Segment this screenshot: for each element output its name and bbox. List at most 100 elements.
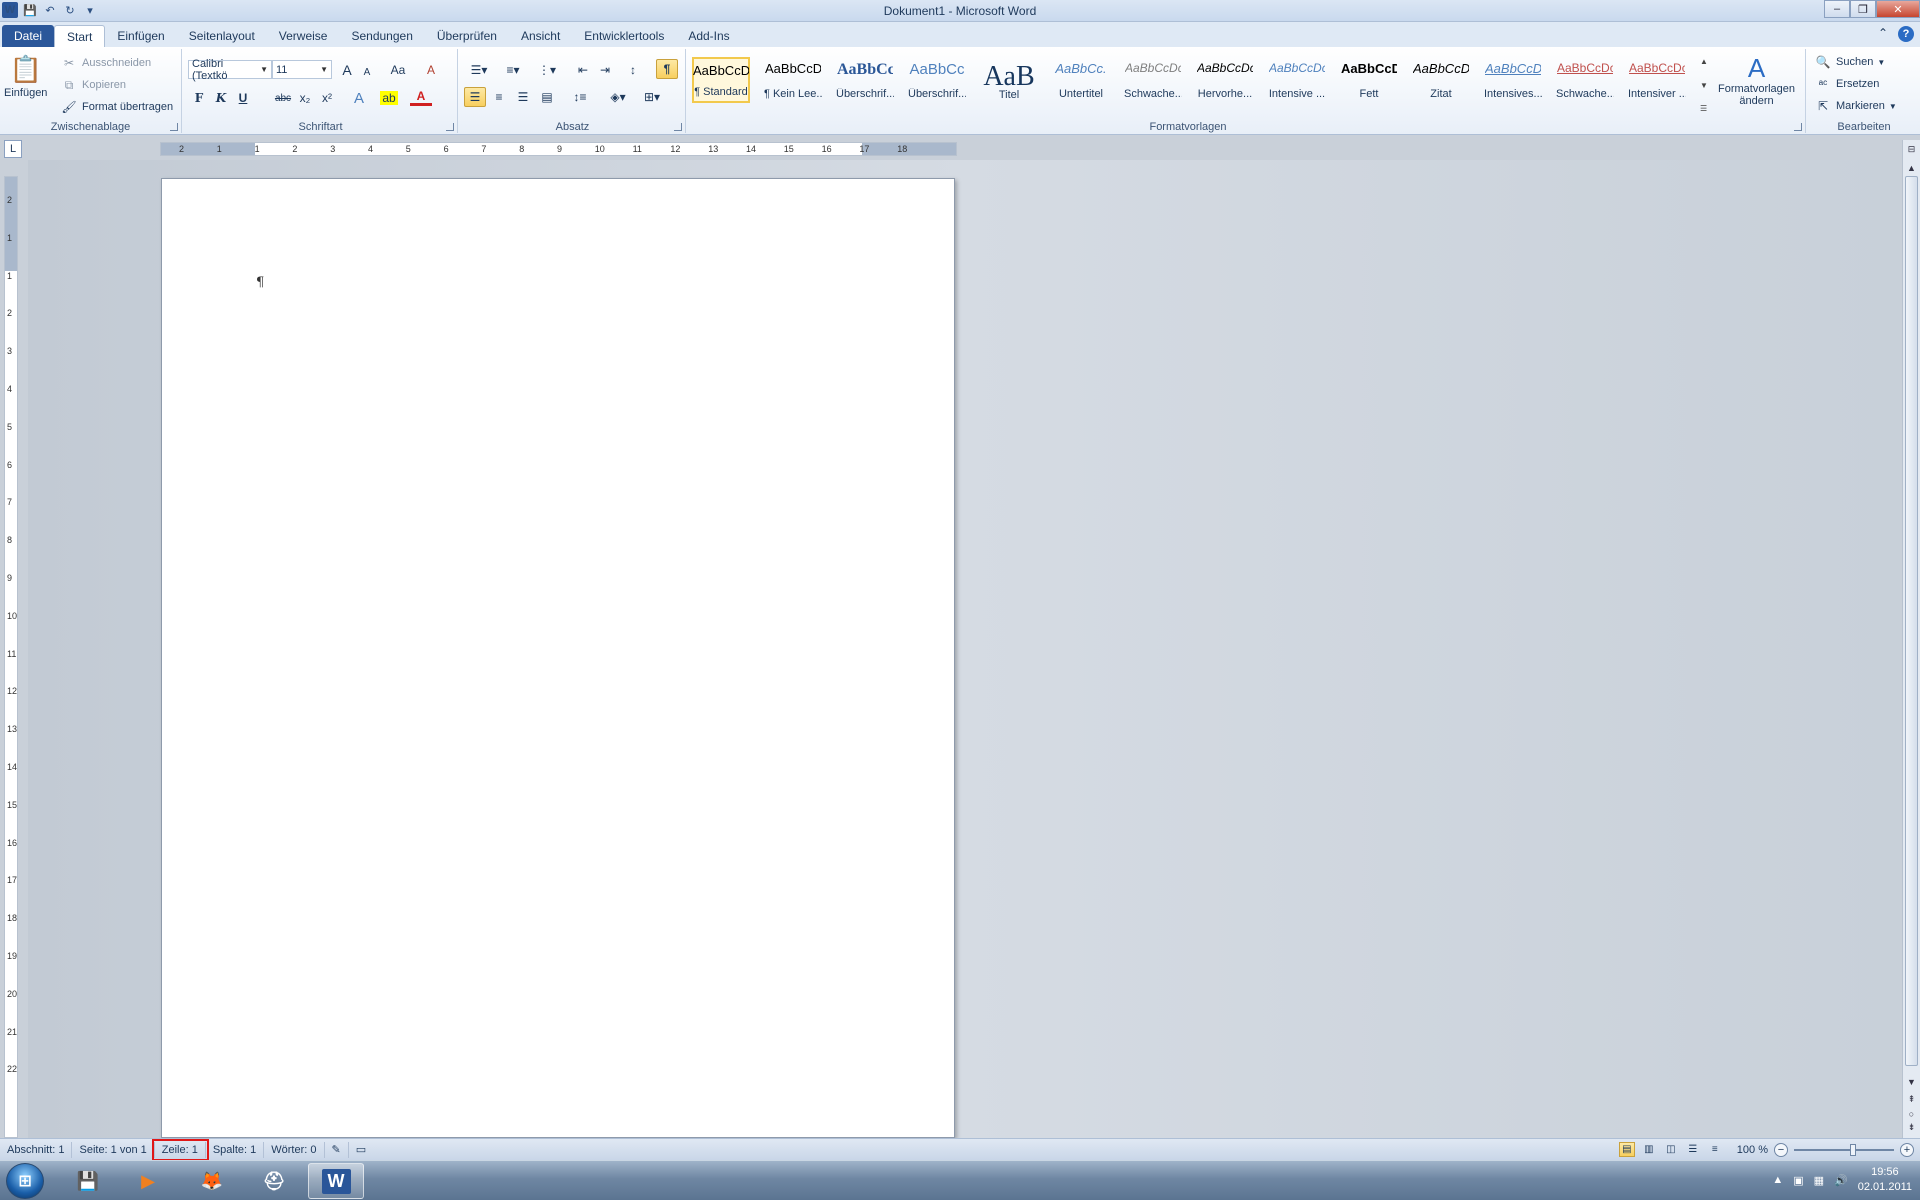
media-player-icon[interactable]: ▶ bbox=[120, 1163, 176, 1199]
next-page-icon[interactable]: ⇟ bbox=[1904, 1120, 1919, 1135]
cut-button[interactable]: ✂ Ausschneiden bbox=[60, 54, 151, 72]
tray-device-icon[interactable]: ▣ bbox=[1793, 1174, 1803, 1187]
proofing-icon[interactable]: ✎ bbox=[325, 1141, 349, 1158]
scroll-up-icon[interactable]: ▲ bbox=[1904, 160, 1919, 175]
paragraph-launcher-icon[interactable] bbox=[674, 123, 682, 131]
style-item[interactable]: AaBbCc. Untertitel bbox=[1052, 57, 1110, 103]
gallery-down-icon[interactable]: ▼ bbox=[1700, 81, 1714, 90]
tab-verweise[interactable]: Verweise bbox=[267, 25, 340, 47]
vertical-ruler[interactable]: 2 1 1 2 3 4 5 6 7 8 9 10 11 12 13 14 15 16 17 18 19 20 21 22 bbox=[4, 176, 18, 1138]
outline-icon[interactable]: ☰ bbox=[1685, 1142, 1701, 1157]
helmet-app-icon[interactable]: ⛑ bbox=[246, 1163, 302, 1199]
start-button[interactable]: ⊞ bbox=[6, 1163, 44, 1199]
decrease-indent-icon[interactable]: ⇤ bbox=[572, 60, 594, 80]
replace-button[interactable]: ᵃᶜ Ersetzen bbox=[1814, 75, 1880, 93]
save-icon[interactable]: 💾 bbox=[22, 2, 38, 18]
style-item[interactable]: AaBbCc Überschrif... bbox=[908, 57, 966, 103]
superscript-button[interactable]: x² bbox=[316, 88, 338, 108]
align-center-icon[interactable]: ≡ bbox=[488, 87, 510, 107]
horizontal-ruler[interactable]: 2 1 1 2 3 4 5 6 7 8 9 10 11 12 13 14 15 16 17 18 bbox=[160, 142, 957, 156]
select-button[interactable]: ⇱ Markieren ▼ bbox=[1814, 97, 1897, 115]
minimize-ribbon-icon[interactable]: ⌃ bbox=[1878, 26, 1888, 42]
tray-expand-icon[interactable]: ▲ bbox=[1772, 1174, 1783, 1186]
font-launcher-icon[interactable] bbox=[446, 123, 454, 131]
show-formatting-button[interactable]: ¶ bbox=[656, 59, 678, 79]
justify-icon[interactable]: ▤ bbox=[536, 87, 558, 107]
align-left-icon[interactable]: ☰ bbox=[464, 87, 486, 107]
status-page[interactable]: Seite: 1 von 1 bbox=[72, 1141, 155, 1158]
style-item[interactable]: AaB Titel bbox=[980, 57, 1038, 103]
strikethrough-button[interactable]: abc bbox=[272, 88, 294, 108]
print-layout-icon[interactable]: ▤ bbox=[1618, 1142, 1635, 1157]
italic-button[interactable]: K bbox=[210, 88, 232, 108]
bold-button[interactable]: F bbox=[188, 88, 210, 108]
help-icon[interactable]: ? bbox=[1898, 26, 1914, 42]
clear-format-button[interactable]: A bbox=[420, 60, 442, 80]
grow-font-button[interactable]: A bbox=[336, 60, 358, 80]
multilevel-list-icon[interactable]: ⋮▾ bbox=[532, 60, 562, 80]
tab-seitenlayout[interactable]: Seitenlayout bbox=[177, 25, 267, 47]
change-styles-button[interactable]: A Formatvorlagen ändern bbox=[1718, 53, 1795, 107]
font-name-combo[interactable]: Calibri (Textkö ▼ bbox=[188, 58, 272, 82]
style-item[interactable]: AaBbCcDc Zitat bbox=[1412, 57, 1470, 103]
ruler-toggle-icon[interactable]: ⊟ bbox=[1904, 142, 1919, 157]
status-column[interactable]: Spalte: 1 bbox=[206, 1141, 265, 1158]
style-item[interactable]: AaBbCc Überschrif... bbox=[836, 57, 894, 103]
status-line[interactable]: Zeile: 1 bbox=[151, 1138, 209, 1161]
style-item[interactable]: AaBbCcDc Fett bbox=[1340, 57, 1398, 103]
zoom-out-icon[interactable]: − bbox=[1774, 1142, 1788, 1157]
status-words[interactable]: Wörter: 0 bbox=[264, 1141, 325, 1158]
browse-object-icon[interactable]: ○ bbox=[1904, 1106, 1919, 1121]
maximize-button[interactable]: ❐ bbox=[1850, 0, 1876, 18]
format-painter-button[interactable]: 🖌 Format übertragen bbox=[60, 98, 173, 116]
zoom-slider[interactable] bbox=[1794, 1143, 1894, 1156]
shading-icon[interactable]: ◈▾ bbox=[604, 87, 632, 107]
prev-page-icon[interactable]: ⇞ bbox=[1904, 1092, 1919, 1107]
firefox-icon[interactable]: 🦊 bbox=[184, 1163, 240, 1199]
tab-entwicklertools[interactable]: Entwicklertools bbox=[572, 25, 676, 47]
web-layout-icon[interactable]: ◫ bbox=[1663, 1142, 1679, 1157]
tab-einfuegen[interactable]: Einfügen bbox=[105, 25, 176, 47]
undo-icon[interactable]: ↶ bbox=[42, 2, 58, 18]
text-effects-icon[interactable]: A bbox=[348, 88, 370, 108]
clock[interactable]: 19:56 02.01.2011 bbox=[1858, 1165, 1912, 1195]
style-item[interactable]: AaBbCcDc Hervorhe... bbox=[1196, 57, 1254, 103]
style-item[interactable]: AaBbCcDc ¶ Kein Lee... bbox=[764, 57, 822, 103]
minimize-button[interactable]: – bbox=[1824, 0, 1850, 18]
tab-selector[interactable]: L bbox=[4, 140, 22, 158]
style-item[interactable]: AaBbCcDc Intensiver ... bbox=[1628, 57, 1686, 103]
tab-start[interactable]: Start bbox=[54, 25, 106, 47]
shrink-font-button[interactable]: A bbox=[356, 62, 378, 82]
tab-sendungen[interactable]: Sendungen bbox=[339, 25, 424, 47]
volume-icon[interactable]: 🔊 bbox=[1834, 1174, 1848, 1187]
close-button[interactable]: ✕ bbox=[1876, 0, 1920, 18]
tab-ueberpruefen[interactable]: Überprüfen bbox=[425, 25, 509, 47]
zoom-slider-thumb[interactable] bbox=[1850, 1143, 1856, 1156]
full-screen-reading-icon[interactable]: ▥ bbox=[1641, 1142, 1657, 1157]
subscript-button[interactable]: x₂ bbox=[294, 88, 316, 108]
font-color-icon[interactable]: A bbox=[410, 88, 432, 106]
scroll-down-icon[interactable]: ▼ bbox=[1904, 1074, 1919, 1089]
sort-icon[interactable]: ↕ bbox=[622, 60, 644, 80]
gallery-up-icon[interactable]: ▲ bbox=[1700, 57, 1714, 66]
bullets-icon[interactable]: ☰▾ bbox=[464, 60, 494, 80]
clipboard-launcher-icon[interactable] bbox=[170, 123, 178, 131]
tab-add-ins[interactable]: Add-Ins bbox=[676, 25, 741, 47]
numbering-icon[interactable]: ≡▾ bbox=[498, 60, 528, 80]
style-item[interactable]: AaBbCcDc Schwache... bbox=[1556, 57, 1614, 103]
scrollbar-thumb[interactable] bbox=[1905, 176, 1918, 1066]
copy-button[interactable]: ⧉ Kopieren bbox=[60, 76, 126, 94]
increase-indent-icon[interactable]: ⇥ bbox=[594, 60, 616, 80]
style-item[interactable]: AaBbCcDc Intensive ... bbox=[1268, 57, 1326, 103]
paste-button[interactable]: 📋 Einfügen bbox=[4, 53, 47, 100]
document-page[interactable]: ¶ bbox=[161, 178, 955, 1138]
word-app-icon[interactable]: W bbox=[308, 1163, 364, 1199]
change-case-button[interactable]: Aa bbox=[384, 60, 412, 80]
draft-icon[interactable]: ≡ bbox=[1707, 1142, 1723, 1157]
font-size-combo[interactable]: 11 ▼ bbox=[272, 60, 332, 79]
word-logo-icon[interactable]: W bbox=[2, 2, 18, 18]
line-spacing-icon[interactable]: ↕≡ bbox=[566, 87, 594, 107]
find-button[interactable]: 🔍 Suchen ▼ bbox=[1814, 53, 1886, 71]
align-right-icon[interactable]: ☰ bbox=[512, 87, 534, 107]
style-item[interactable]: AaBbCcDc ¶ Standard bbox=[692, 57, 750, 103]
